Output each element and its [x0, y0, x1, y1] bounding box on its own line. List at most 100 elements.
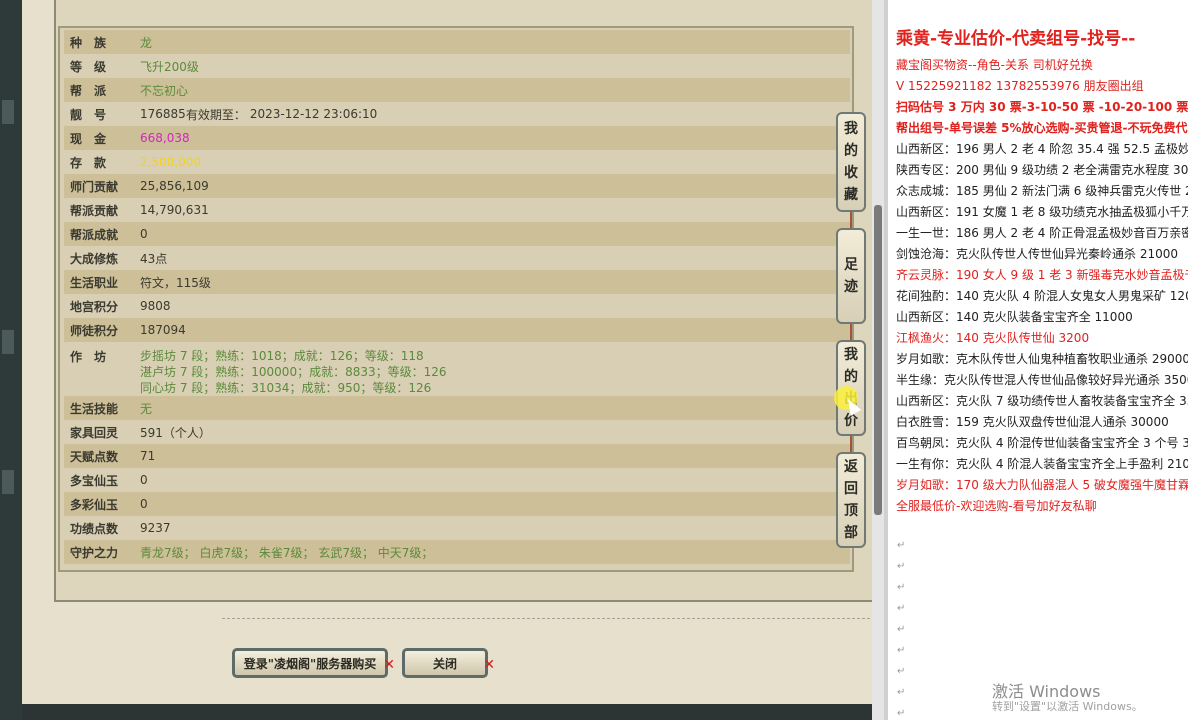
- info-label: 靓 号: [70, 107, 107, 122]
- doc-line: 一生有你：克火队 4 阶混人装备宝宝齐全上手盈利 21000: [896, 457, 1188, 471]
- info-row: 师门贡献 25,856,109: [64, 174, 850, 198]
- info-value: 591（个人）: [140, 425, 211, 440]
- info-row: 帮 派 不忘初心: [64, 78, 850, 102]
- divider: [222, 618, 870, 619]
- info-value: 符文，115级: [140, 275, 211, 290]
- workshop-line: 同心坊 7 段；熟练：31034；成就：950；等级：126: [140, 381, 432, 395]
- info-row: 多彩仙玉 0: [64, 492, 850, 516]
- tab-back-to-top[interactable]: 返回顶部: [836, 452, 866, 548]
- paragraph-mark: ↵: [897, 561, 906, 572]
- doc-line: 江枫渔火：140 克火队传世仙 3200: [896, 331, 1090, 345]
- doc-line: 帮出组号-单号误差 5%放心选购-买贵管退-不玩免费代卖: [896, 121, 1188, 135]
- close-button-label: 关闭: [432, 656, 457, 671]
- info-row: 生活职业 符文，115级: [64, 270, 850, 294]
- login-buy-button[interactable]: 登录"凌烟阁"服务器购买 ✕: [232, 648, 395, 678]
- info-row: 帮派贡献 14,790,631: [64, 198, 850, 222]
- info-row: 种 族龙: [64, 30, 850, 54]
- expiry-label: 有效期至：: [185, 107, 246, 122]
- info-value: 9237: [140, 521, 171, 535]
- paragraph-mark: ↵: [897, 624, 906, 635]
- info-label: 功绩点数: [70, 521, 119, 536]
- tab-char: 足: [844, 257, 858, 273]
- left-strip: [0, 0, 22, 720]
- tab-rope: [850, 436, 852, 452]
- info-label: 现 金: [70, 131, 107, 146]
- paragraph-mark: ↵: [897, 708, 906, 719]
- info-row: 师徒积分 187094: [64, 318, 850, 342]
- workshop-line: 步摇坊 7 段；熟练：1018；成就：126；等级：118: [140, 349, 424, 363]
- info-row: 多宝仙玉 0: [64, 468, 850, 492]
- tab-char: 我: [844, 121, 858, 137]
- info-label: 师门贡献: [70, 179, 119, 194]
- doc-line: 齐云灵脉：190 女人 9 级 1 老 3 新强毒克水妙音孟极千万: [896, 268, 1188, 282]
- info-label: 大成修炼: [70, 251, 119, 266]
- doc-line: 众志成城：185 男仙 2 新法门满 6 级神兵雷克火传世 2450: [896, 184, 1188, 198]
- expiry-value: 2023-12-12 23:06:10: [249, 107, 378, 121]
- info-value: 0: [140, 497, 148, 511]
- close-mark-icon: ✕: [383, 657, 395, 673]
- doc-line: 岁月如歌：170 级大力队仙器混人 5 破女魔强牛魔甘霖龙: [896, 478, 1188, 492]
- left-strip-mark: [2, 470, 14, 494]
- close-button[interactable]: 关闭 ✕: [402, 648, 495, 678]
- taskbar-strip: [22, 704, 872, 720]
- tab-char: 迹: [844, 279, 858, 295]
- info-row: 存 款 2,500,000: [64, 150, 850, 174]
- document-editor[interactable]: 乘黄-专业估价-代卖组号-找号-- 激活 Windows 转到"设置"以激活 W…: [888, 0, 1188, 720]
- info-label: 家具回灵: [70, 425, 119, 440]
- info-label: 守护之力: [70, 545, 119, 560]
- info-value: 无: [140, 401, 153, 416]
- info-value: 176885: [140, 107, 186, 121]
- close-mark-icon: ✕: [483, 657, 495, 673]
- tab-char: 我: [844, 347, 858, 363]
- doc-title: 乘黄-专业估价-代卖组号-找号--: [896, 29, 1136, 49]
- info-label: 生活技能: [70, 401, 119, 416]
- info-label: 帮 派: [70, 83, 107, 98]
- info-value: 43点: [140, 251, 168, 266]
- paragraph-mark: ↵: [897, 603, 906, 614]
- info-row: 守护之力 青龙7级； 白虎7级； 朱雀7级； 玄武7级； 中天7级；: [64, 540, 850, 564]
- info-row: 家具回灵 591（个人）: [64, 420, 850, 444]
- tab-my-favorites[interactable]: 我的收藏: [836, 112, 866, 212]
- info-label: 存 款: [70, 155, 107, 170]
- tab-char: 收: [844, 165, 858, 181]
- doc-line: 扫码估号 3 万内 30 票-3-10-50 票 -10-20-100 票- 2…: [896, 100, 1188, 114]
- panel-scrollbar[interactable]: [872, 0, 884, 720]
- info-label: 天赋点数: [70, 449, 119, 464]
- info-value: 25,856,109: [140, 179, 209, 193]
- info-value: 668,038: [140, 131, 190, 145]
- doc-line: 花间独酌：140 克火队 4 阶混人女鬼女人男鬼采矿 120 级: [896, 289, 1188, 303]
- info-row: 天赋点数 71: [64, 444, 850, 468]
- info-value: 不忘初心: [140, 83, 189, 98]
- info-value: 龙: [140, 35, 153, 50]
- doc-line: 藏宝阁买物资--角色-关系 司机好兑换: [896, 58, 1093, 72]
- doc-line: 岁月如歌：克木队传世人仙鬼种植畜牧职业通杀 29000: [896, 352, 1188, 366]
- doc-line: 山西新区：140 克火队装备宝宝齐全 11000: [896, 310, 1133, 324]
- tab-char: 藏: [844, 187, 858, 203]
- tab-char: 的: [844, 143, 858, 159]
- info-label: 生活职业: [70, 275, 119, 290]
- doc-line: 百鸟朝凤：克火队 4 阶混传世仙装备宝宝齐全 3 个号 390: [896, 436, 1188, 450]
- info-label: 地宫积分: [70, 299, 119, 314]
- tab-rope: [850, 324, 852, 340]
- doc-line: 山西新区：191 女魔 1 老 8 级功绩克水抽孟极狐小千万 20: [896, 205, 1188, 219]
- info-value: 2,500,000: [140, 155, 202, 169]
- info-value: 青龙7级； 白虎7级； 朱雀7级； 玄武7级； 中天7级；: [140, 545, 434, 560]
- doc-line: 一生一世：186 男人 2 老 4 阶正骨混孟极妙音百万亲密 35: [896, 226, 1188, 240]
- info-value: 飞升200级: [140, 59, 199, 74]
- tab-char: 回: [844, 481, 858, 497]
- workshop-line: 湛卢坊 7 段；熟练：100000；成就：8833；等级：126: [140, 365, 447, 379]
- tab-footprint[interactable]: 足迹: [836, 228, 866, 324]
- doc-line: 山西新区：196 男人 2 老 4 阶忽 35.4 强 52.5 孟极妙音 55: [896, 142, 1188, 156]
- info-label: 师徒积分: [70, 323, 119, 338]
- info-row: 地宫积分 9808: [64, 294, 850, 318]
- doc-line: 陕西专区：200 男仙 9 级功绩 2 老全满雷克水程度 30000: [896, 163, 1188, 177]
- paragraph-mark: ↵: [897, 687, 906, 698]
- doc-line: 剑蚀沧海：克火队传世人传世仙异光秦岭通杀 21000: [896, 247, 1178, 261]
- tab-char: 顶: [844, 503, 858, 519]
- info-value: 71: [140, 449, 156, 463]
- scrollbar-thumb[interactable]: [874, 205, 882, 515]
- paragraph-mark: ↵: [897, 645, 906, 656]
- info-value: 0: [140, 227, 148, 241]
- character-info-table: 种 族 龙等 级 飞升200级帮 派 不忘初心靓 号 176885 有效期至： 2023-1…: [58, 26, 854, 572]
- paragraph-mark: ↵: [897, 666, 906, 677]
